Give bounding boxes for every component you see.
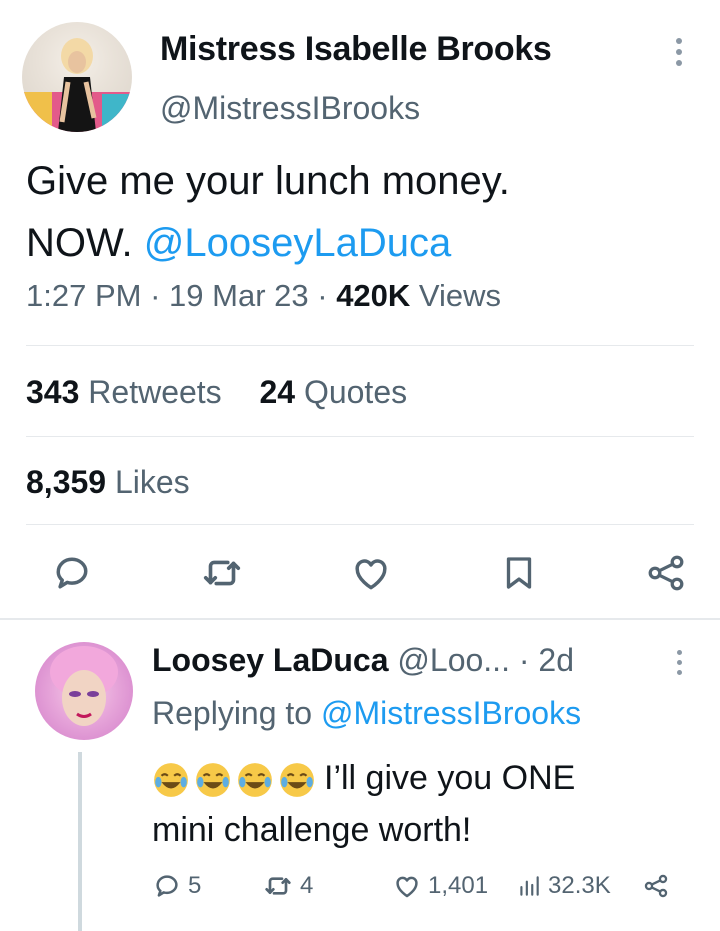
divider	[26, 436, 694, 437]
replying-to-label: Replying to	[152, 695, 313, 731]
reply-header: Loosey LaDuca @Loo... · 2d	[152, 642, 574, 679]
meta-separator: ·	[150, 278, 161, 313]
views-count: 420K	[336, 278, 411, 313]
tweet-metadata: 1:27 PM · 19 Mar 23 · 420K Views	[26, 278, 501, 314]
likes-label: Likes	[114, 464, 190, 500]
replying-to-handle[interactable]: @MistressIBrooks	[321, 695, 581, 731]
reply-text-line-1-text: I’ll give you ONE	[324, 759, 576, 797]
more-options-icon[interactable]	[672, 38, 686, 68]
author-display-name[interactable]: Mistress Isabelle Brooks	[160, 30, 552, 69]
reply-count: 5	[188, 872, 202, 899]
retweets-label: Retweets	[88, 374, 222, 410]
views-icon	[520, 876, 539, 896]
share-icon	[644, 874, 668, 898]
tweet-time[interactable]: 1:27 PM	[26, 278, 141, 313]
tweet-actions	[26, 548, 694, 598]
share-icon[interactable]	[644, 551, 688, 595]
reply-text-line-1: I’ll give you ONE	[152, 752, 692, 804]
reply-like-action[interactable]: 1,401	[392, 871, 516, 901]
like-icon	[396, 876, 418, 898]
reply-author-name[interactable]: Loosey LaDuca	[152, 642, 389, 678]
retweet-icon[interactable]	[199, 550, 245, 596]
views-count: 32.3K	[548, 872, 611, 899]
quotes-stat[interactable]: 24 Quotes	[259, 374, 407, 410]
reply-text-line-2: mini challenge worth!	[152, 811, 472, 849]
reply-actions: 5 4 1,401 32.3K	[152, 866, 692, 906]
likes-count: 8,359	[26, 464, 107, 500]
reply-text: I’ll give you ONE mini challenge worth!	[152, 752, 692, 856]
reply-views-action[interactable]: 32.3K	[516, 872, 642, 900]
emoji-group	[152, 761, 316, 799]
meta-separator: ·	[317, 278, 328, 313]
author-avatar[interactable]	[22, 22, 132, 132]
reply-separator: ·	[518, 642, 530, 678]
reply-retweet-action[interactable]: 4	[262, 870, 392, 902]
reply-more-options-icon[interactable]	[672, 650, 686, 680]
tears-of-joy-emoji	[196, 763, 230, 797]
tweet-divider	[0, 618, 720, 620]
replying-to: Replying to @MistressIBrooks	[152, 695, 581, 732]
tweet-text-line-2: NOW. @LooseyLaDuca	[26, 212, 706, 274]
retweets-stat[interactable]: 343 Retweets	[26, 374, 222, 410]
tweet-text-now: NOW.	[26, 221, 133, 265]
reply-age[interactable]: 2d	[538, 642, 574, 678]
reply-author-avatar[interactable]	[35, 642, 133, 740]
author-handle[interactable]: @MistressIBrooks	[160, 90, 420, 127]
engagement-stats: 343 Retweets 24 Quotes	[26, 374, 407, 411]
tears-of-joy-emoji	[154, 763, 188, 797]
reply-icon[interactable]	[50, 551, 94, 595]
tears-of-joy-emoji	[280, 763, 314, 797]
mention-link[interactable]: @LooseyLaDuca	[144, 221, 451, 265]
retweet-count: 4	[300, 872, 314, 899]
reply-reply-action[interactable]: 5	[152, 871, 262, 901]
tweet-date[interactable]: 19 Mar 23	[169, 278, 309, 313]
likes-stat[interactable]: 8,359 Likes	[26, 464, 190, 501]
divider	[26, 345, 694, 346]
quotes-count: 24	[259, 374, 296, 410]
bookmark-icon[interactable]	[498, 551, 540, 595]
views-label: Views	[418, 278, 502, 313]
tweet-text: Give me your lunch money. NOW. @LooseyLa…	[26, 150, 706, 274]
like-count: 1,401	[428, 872, 489, 899]
retweet-icon	[265, 877, 291, 895]
reply-author-handle[interactable]: @Loo...	[397, 642, 510, 678]
divider	[26, 524, 694, 525]
reply-icon	[156, 875, 178, 897]
tears-of-joy-emoji	[238, 763, 272, 797]
thread-line	[78, 752, 82, 931]
like-icon[interactable]	[349, 551, 393, 595]
tweet-text-line-1: Give me your lunch money.	[26, 159, 510, 203]
quotes-label: Quotes	[303, 374, 408, 410]
retweets-count: 343	[26, 374, 80, 410]
reply-share-action[interactable]	[642, 872, 670, 900]
